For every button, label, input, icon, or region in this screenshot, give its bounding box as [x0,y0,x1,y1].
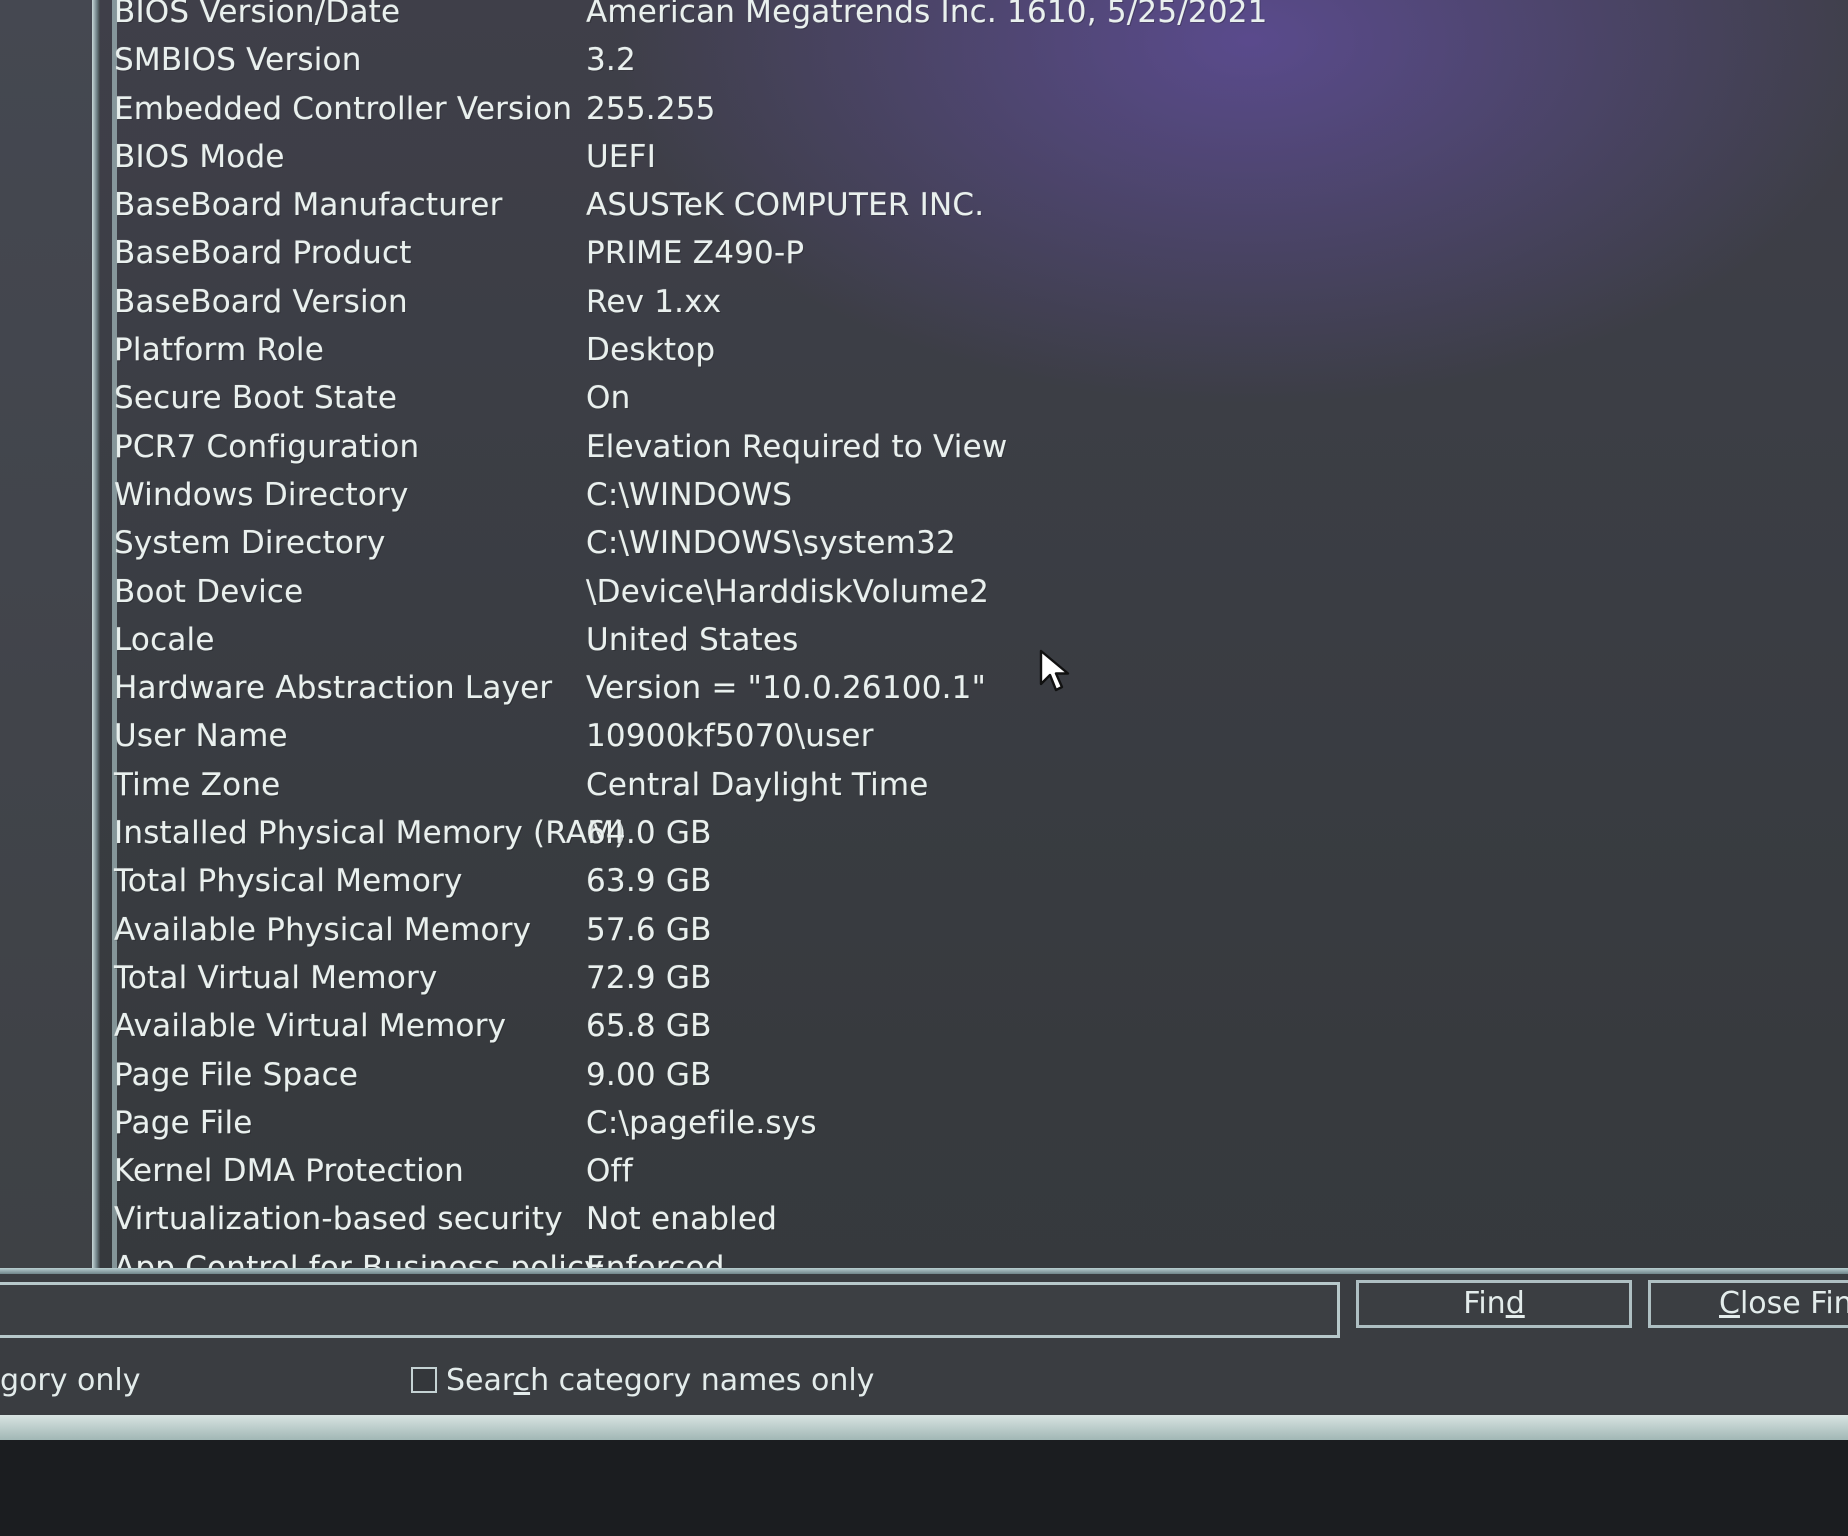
item-value: 72.9 GB [586,959,712,996]
item-value: 57.6 GB [586,911,712,948]
list-row[interactable]: Embedded Controller Version 255.255 [110,85,1848,133]
item-label: Platform Role [114,332,324,369]
find-button-accel: d [1505,1286,1525,1321]
item-label: Kernel DMA Protection [114,1153,464,1190]
item-label: PCR7 Configuration [114,428,420,465]
list-row[interactable]: Windows Directory C:\WINDOWS [110,471,1848,519]
list-row[interactable]: BaseBoard Product PRIME Z490-P [110,229,1848,277]
list-row[interactable]: Kernel DMA Protection Off [110,1147,1848,1195]
find-button-label: Fin [1463,1286,1506,1321]
item-label: Total Virtual Memory [114,959,438,996]
list-row[interactable]: BIOS Mode UEFI [110,133,1848,181]
label-prefix: Sear [446,1363,514,1398]
item-value: United States [586,621,799,658]
item-value: Off [586,1153,633,1190]
close-find-button[interactable]: Close Finc [1648,1280,1848,1328]
pane-splitter[interactable] [92,0,100,1272]
item-value: \Device\HarddiskVolume2 [586,573,990,610]
list-row[interactable]: Available Physical Memory 57.6 GB [110,906,1848,954]
list-row[interactable]: BIOS Version/Date American Megatrends In… [110,0,1848,36]
item-value: C:\pagefile.sys [586,1104,817,1141]
list-row[interactable]: Total Physical Memory 63.9 GB [110,857,1848,905]
item-value: UEFI [586,138,657,175]
system-information-window: BIOS Version/Date American Megatrends In… [0,0,1848,1536]
search-category-names-checkbox[interactable] [411,1367,437,1393]
item-value: 10900kf5070\user [586,718,874,755]
item-value: Desktop [586,332,716,369]
list-row[interactable]: BaseBoard Manufacturer ASUSTeK COMPUTER … [110,181,1848,229]
item-value: 63.9 GB [586,863,712,900]
item-label: Locale [114,621,215,658]
item-label: System Directory [114,525,386,562]
list-row[interactable]: Platform Role Desktop [110,326,1848,374]
list-row[interactable]: Boot Device \Device\HarddiskVolume2 [110,568,1848,616]
item-label: Available Physical Memory [114,911,532,948]
label-suffix: h category names only [530,1363,875,1398]
item-value: 255.255 [586,90,716,127]
item-label: Installed Physical Memory (RAM) [114,815,627,852]
item-value: Version = "10.0.26100.1" [586,670,987,707]
item-value: Central Daylight Time [586,766,929,803]
item-value: On [586,380,631,417]
search-category-names-label[interactable]: Search category names only [446,1363,874,1398]
item-label: Virtualization-based security [114,1201,563,1238]
label-accel: c [513,1363,531,1398]
item-value: 64.0 GB [586,815,712,852]
list-row[interactable]: Hardware Abstraction Layer Version = "10… [110,664,1848,712]
item-label: Windows Directory [114,476,409,513]
item-label: BaseBoard Product [114,235,412,272]
item-label: Page File [114,1104,253,1141]
item-label: Hardware Abstraction Layer [114,670,553,707]
item-label: Page File Space [114,1056,359,1093]
item-value: American Megatrends Inc. 1610, 5/25/2021 [586,0,1268,30]
list-row[interactable]: PCR7 Configuration Elevation Required to… [110,423,1848,471]
find-what-input[interactable] [0,1282,1340,1338]
close-find-accel: C [1719,1286,1740,1321]
list-row[interactable]: Available Virtual Memory 65.8 GB [110,1002,1848,1050]
item-value: 3.2 [586,42,636,79]
item-value: 65.8 GB [586,1008,712,1045]
list-row[interactable]: Time Zone Central Daylight Time [110,761,1848,809]
item-label: BaseBoard Version [114,283,408,320]
category-tree-pane[interactable] [0,0,92,1270]
list-row[interactable]: SMBIOS Version 3.2 [110,36,1848,84]
list-row[interactable]: Page File C:\pagefile.sys [110,1099,1848,1147]
item-value: Not enabled [586,1201,778,1238]
item-label: Secure Boot State [114,380,398,417]
item-value: 9.00 GB [586,1056,712,1093]
list-row[interactable]: BaseBoard Version Rev 1.xx [110,278,1848,326]
item-value: ASUSTeK COMPUTER INC. [586,187,985,224]
monitor-bezel [0,1440,1848,1536]
list-row[interactable]: Locale United States [110,616,1848,664]
list-row[interactable]: User Name 10900kf5070\user [110,712,1848,760]
list-row[interactable]: System Directory C:\WINDOWS\system32 [110,519,1848,567]
item-label: SMBIOS Version [114,42,362,79]
close-find-label: lose Finc [1739,1286,1848,1321]
item-value: Rev 1.xx [586,283,722,320]
item-label: User Name [114,718,288,755]
list-row[interactable]: Total Virtual Memory 72.9 GB [110,954,1848,1002]
item-label: Embedded Controller Version [114,90,573,127]
list-row[interactable]: Secure Boot State On [110,374,1848,422]
item-value: C:\WINDOWS\system32 [586,525,956,562]
item-value: PRIME Z490-P [586,235,805,272]
search-selected-category-only-label[interactable]: gory only [0,1363,140,1398]
mouse-pointer-icon [1039,649,1070,692]
list-row[interactable]: Installed Physical Memory (RAM) 64.0 GB [110,809,1848,857]
window-bottom-edge [0,1415,1848,1441]
system-summary-list: BIOS Version/Date American Megatrends In… [110,0,1848,1292]
item-label: Available Virtual Memory [114,1008,507,1045]
list-row[interactable]: Virtualization-based security Not enable… [110,1195,1848,1243]
list-row[interactable]: Page File Space 9.00 GB [110,1051,1848,1099]
item-label: BaseBoard Manufacturer [114,187,503,224]
item-label: Total Physical Memory [114,863,463,900]
item-label: BIOS Mode [114,138,285,175]
find-button[interactable]: Find [1356,1280,1632,1328]
item-label: Boot Device [114,573,304,610]
item-label: Time Zone [114,766,281,803]
item-value: Elevation Required to View [586,428,1008,465]
item-value: C:\WINDOWS [586,476,793,513]
search-options-row: gory only Search category names only [0,1355,1848,1415]
item-label: BIOS Version/Date [114,0,401,30]
